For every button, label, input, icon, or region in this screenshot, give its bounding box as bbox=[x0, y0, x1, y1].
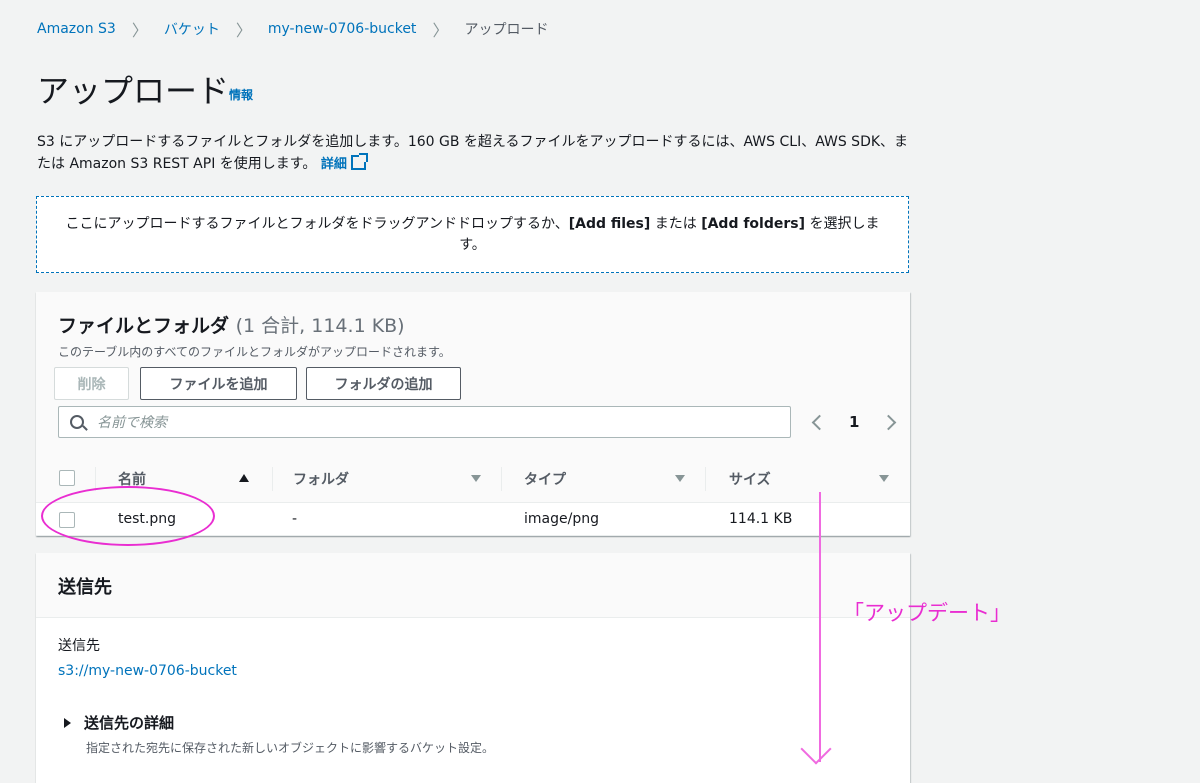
destination-link[interactable]: s3://my-new-0706-bucket bbox=[58, 663, 237, 679]
destination-label: 送信先 bbox=[58, 638, 100, 654]
learn-more-label: 詳細 bbox=[320, 157, 347, 172]
drop-zone-middle: または bbox=[650, 215, 702, 232]
chevron-right-icon: 〉 bbox=[131, 21, 148, 40]
page-description: S3 にアップロードするファイルとフォルダを追加します。160 GB を超えるフ… bbox=[37, 131, 917, 176]
destination-details-title: 送信先の詳細 bbox=[84, 714, 175, 732]
page-title: アップロード bbox=[37, 72, 230, 110]
column-divider bbox=[272, 467, 273, 491]
add-files-button[interactable]: ファイルを追加 bbox=[140, 367, 297, 400]
destination-title: 送信先 bbox=[58, 577, 112, 598]
destination-details-toggle[interactable]: 送信先の詳細 bbox=[64, 712, 174, 733]
delete-button[interactable]: 削除 bbox=[54, 367, 129, 400]
destination-details-subtitle: 指定された宛先に保存された新しいオブジェクトに影響するバケット設定。 bbox=[86, 741, 495, 755]
search-icon bbox=[70, 415, 84, 429]
drop-zone-text: ここにアップロードするファイルとフォルダをドラッグアンドドロップするか、[Add… bbox=[53, 214, 892, 256]
annotation-text: 「アップデート」 bbox=[843, 601, 1011, 625]
add-folder-button[interactable]: フォルダの追加 bbox=[306, 367, 461, 400]
drop-zone[interactable]: ここにアップロードするファイルとフォルダをドラッグアンドドロップするか、[Add… bbox=[36, 196, 909, 273]
drop-zone-add-folders: [Add folders] bbox=[701, 215, 805, 232]
files-title-text: ファイルとフォルダ bbox=[58, 315, 230, 337]
column-header-type[interactable]: タイプ bbox=[524, 460, 566, 498]
description-text: S3 にアップロードするファイルとフォルダを追加します。160 GB を超えるフ… bbox=[37, 134, 909, 172]
destination-panel: 送信先 送信先 s3://my-new-0706-bucket 送信先の詳細 指… bbox=[36, 553, 910, 783]
file-size: 114.1 KB bbox=[729, 511, 793, 527]
next-page-icon[interactable] bbox=[881, 414, 897, 430]
pagination: 1 bbox=[811, 406, 897, 438]
annotation-arrow-line bbox=[819, 492, 821, 762]
column-header-size[interactable]: サイズ bbox=[729, 460, 771, 498]
files-panel-subtitle: このテーブル内のすべてのファイルとフォルダがアップロードされます。 bbox=[58, 345, 451, 359]
breadcrumb-buckets[interactable]: バケット bbox=[164, 19, 220, 39]
sort-icon[interactable] bbox=[471, 475, 481, 482]
files-count: (1 合計, 114.1 KB) bbox=[235, 315, 405, 337]
file-folder: - bbox=[292, 511, 298, 527]
sort-icon[interactable] bbox=[879, 475, 889, 482]
learn-more-link[interactable]: 詳細 bbox=[320, 153, 368, 172]
info-link[interactable]: 情報 bbox=[229, 86, 253, 103]
annotation-ellipse bbox=[41, 486, 215, 546]
breadcrumb-amazon-s3[interactable]: Amazon S3 bbox=[37, 21, 116, 37]
search-input[interactable] bbox=[95, 412, 779, 434]
files-panel-header: ファイルとフォルダ (1 合計, 114.1 KB) このテーブル内のすべてのフ… bbox=[36, 292, 910, 502]
caret-right-icon bbox=[64, 717, 71, 728]
breadcrumb-current: アップロード bbox=[464, 22, 549, 38]
drop-zone-add-files: [Add files] bbox=[568, 215, 651, 232]
sort-icon[interactable] bbox=[675, 475, 685, 482]
sort-ascending-icon[interactable] bbox=[239, 474, 249, 482]
current-page[interactable]: 1 bbox=[849, 413, 859, 431]
column-header-folder[interactable]: フォルダ bbox=[293, 460, 349, 498]
destination-header: 送信先 bbox=[36, 553, 910, 618]
file-type: image/png bbox=[524, 511, 599, 527]
external-link-icon bbox=[350, 153, 368, 170]
files-panel-title: ファイルとフォルダ (1 合計, 114.1 KB) bbox=[58, 311, 405, 338]
select-all-checkbox[interactable] bbox=[59, 470, 75, 486]
search-box bbox=[58, 406, 791, 438]
chevron-right-icon: 〉 bbox=[235, 21, 252, 40]
breadcrumb: Amazon S3 〉 バケット 〉 my-new-0706-bucket 〉 … bbox=[37, 17, 548, 41]
previous-page-icon[interactable] bbox=[811, 414, 828, 430]
breadcrumb-bucket[interactable]: my-new-0706-bucket bbox=[268, 21, 417, 37]
column-divider bbox=[705, 467, 706, 491]
column-divider bbox=[501, 467, 502, 491]
chevron-right-icon: 〉 bbox=[432, 21, 449, 40]
drop-zone-prefix: ここにアップロードするファイルとフォルダをドラッグアンドドロップするか、 bbox=[65, 215, 569, 232]
